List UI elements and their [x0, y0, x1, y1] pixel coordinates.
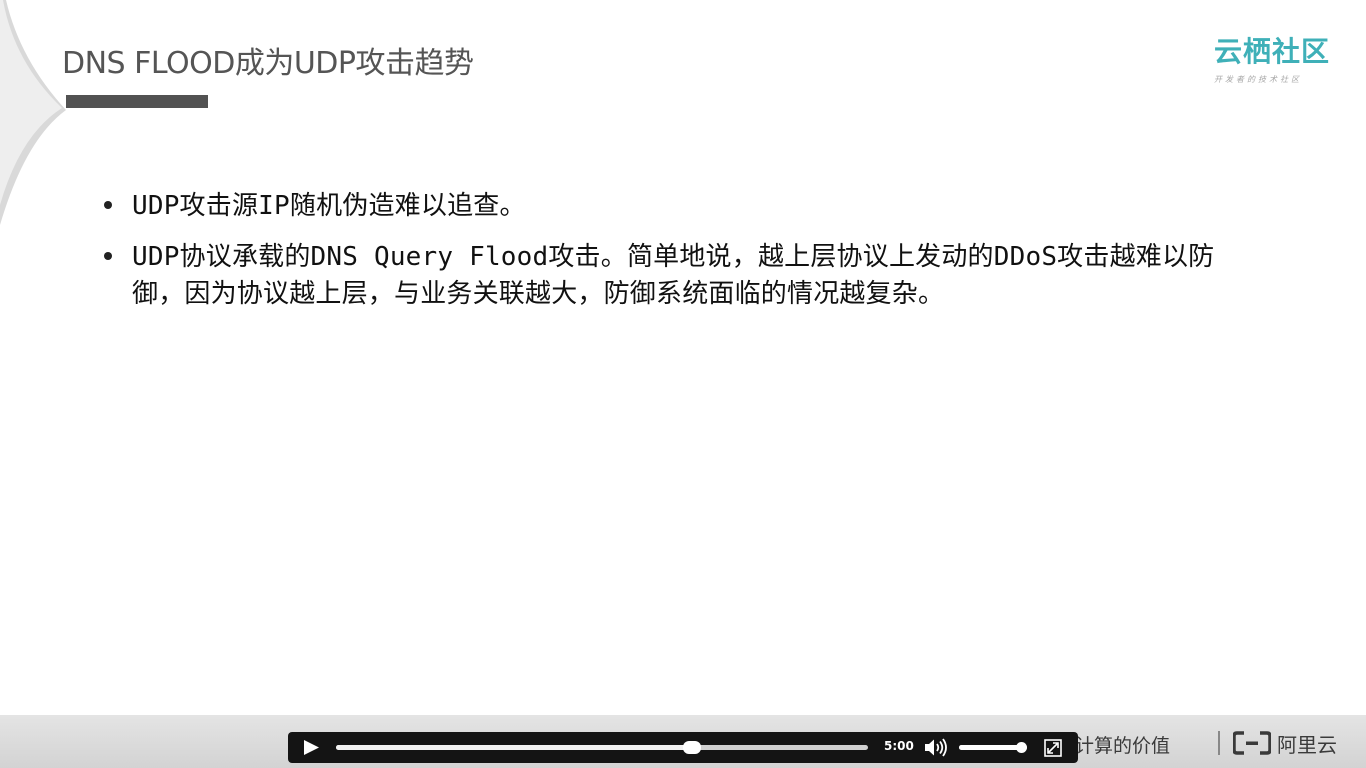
fullscreen-icon[interactable] — [1044, 739, 1062, 757]
progress-handle[interactable] — [683, 741, 702, 754]
play-icon[interactable] — [302, 739, 320, 756]
brand-slogan: 开发者的技术社区 — [1214, 75, 1302, 84]
title-underline-bar — [66, 95, 208, 108]
bullet-text: UDP攻击源IP随机伪造难以追查。 — [132, 191, 526, 221]
volume-slider[interactable] — [959, 742, 1028, 753]
bullet-item: UDP协议承载的DNS Query Flood攻击。简单地说，越上层协议上发动的… — [104, 239, 1264, 313]
volume-fill — [959, 745, 1023, 750]
progress-bar[interactable] — [336, 741, 868, 754]
slide-title: DNS FLOOD成为UDP攻击趋势 — [62, 46, 474, 81]
bullet-dot-icon — [104, 252, 112, 260]
aliyun-logo: 阿里云 — [1233, 729, 1337, 757]
aliyun-name: 阿里云 — [1277, 732, 1337, 757]
bullet-dot-icon — [104, 201, 112, 209]
slide: DNS FLOOD成为UDP攻击趋势 云栖社区 开发者的技术社区 UDP攻击源I… — [0, 0, 1366, 715]
yunqi-community-logo: 云栖社区 开发者的技术社区 — [1214, 30, 1334, 85]
volume-handle[interactable] — [1016, 742, 1028, 753]
speaker-volume-icon[interactable] — [924, 738, 948, 757]
bullet-text: UDP协议承载的DNS Query Flood攻击。简单地说，越上层协议上发动的… — [132, 242, 1215, 309]
video-player-controls: 5:00 — [288, 732, 1078, 763]
footer-divider — [1218, 731, 1220, 755]
corner-swoosh-decoration — [0, 0, 66, 225]
aliyun-mark-icon — [1233, 731, 1271, 755]
brand-name: 云栖社区 — [1214, 35, 1331, 68]
bullet-list: UDP攻击源IP随机伪造难以追查。 UDP协议承载的DNS Query Floo… — [104, 188, 1264, 327]
bullet-item: UDP攻击源IP随机伪造难以追查。 — [104, 188, 1264, 225]
time-display: 5:00 — [884, 739, 914, 753]
progress-fill — [336, 745, 693, 750]
